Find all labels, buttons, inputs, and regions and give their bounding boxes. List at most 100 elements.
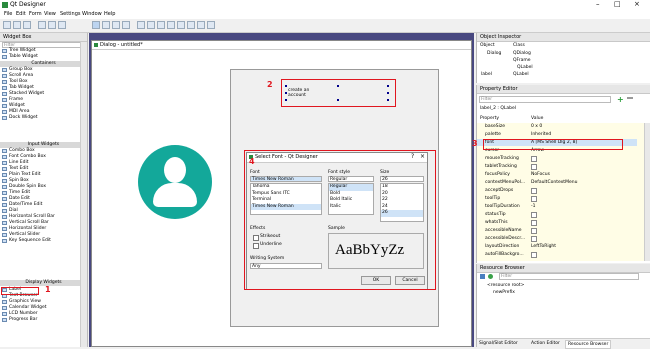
edit-buddies-icon[interactable]: [112, 21, 120, 29]
selection-handle[interactable]: [387, 92, 389, 94]
selection-handle[interactable]: [387, 99, 389, 101]
property-checkbox[interactable]: [531, 236, 537, 242]
open-file-icon[interactable]: [13, 21, 21, 29]
property-checkbox[interactable]: [531, 228, 537, 234]
object-inspector-panel: Object Inspector Object Class Dialog QDi…: [476, 33, 650, 83]
property-value[interactable]: -1: [531, 203, 536, 210]
property-row[interactable]: contextMenuPol... DefaultContextMenu: [477, 179, 637, 186]
layout-split-h-icon[interactable]: [157, 21, 165, 29]
layout-form-icon[interactable]: [187, 21, 195, 29]
property-row[interactable]: accessibleName: [477, 227, 637, 234]
property-row[interactable]: toolTipDuration -1: [477, 203, 637, 210]
close-icon[interactable]: ×: [634, 0, 640, 8]
property-checkbox[interactable]: [531, 252, 537, 258]
property-checkbox[interactable]: [531, 212, 537, 218]
edit-taborder-icon[interactable]: [122, 21, 130, 29]
widget-box-header: Widget Box: [0, 33, 87, 42]
tab-resource-browser[interactable]: Resource Browser: [565, 340, 612, 349]
property-row[interactable]: mouseTracking: [477, 155, 637, 162]
minimize-icon[interactable]: –: [596, 0, 600, 8]
property-row[interactable]: statusTip: [477, 211, 637, 218]
property-row[interactable]: palette Inherited: [477, 131, 637, 138]
property-row[interactable]: accessibleDescr...: [477, 235, 637, 242]
tree-row[interactable]: QFrame: [481, 57, 641, 64]
input-widget-icon: [2, 179, 7, 183]
paste-icon[interactable]: [58, 21, 66, 29]
menu-file[interactable]: File: [4, 11, 12, 17]
widget-item[interactable]: Key Sequence Edit: [9, 238, 51, 244]
selection-handle[interactable]: [285, 92, 287, 94]
remove-property-icon[interactable]: [627, 97, 633, 99]
break-layout-icon[interactable]: [197, 21, 205, 29]
property-row[interactable]: autoFillBackgro...: [477, 251, 637, 258]
copy-icon[interactable]: [48, 21, 56, 29]
input-widget-icon: [2, 239, 7, 243]
menu-view[interactable]: View: [44, 11, 56, 17]
layout-split-v-icon[interactable]: [167, 21, 175, 29]
property-checkbox[interactable]: [531, 188, 537, 194]
container-widget-icon: [2, 86, 7, 90]
property-value[interactable]: DefaultContextMenu: [531, 179, 577, 186]
edit-resources-icon[interactable]: [480, 274, 485, 279]
menu-settings[interactable]: Settings: [60, 11, 81, 17]
tab-signal-slot-editor[interactable]: Signal/Slot Editor: [479, 341, 518, 346]
resource-root[interactable]: <resource root>: [487, 283, 524, 288]
property-editor-scrollbar[interactable]: [644, 123, 650, 261]
widget-box-scrollbar[interactable]: [80, 42, 87, 347]
tab-action-editor[interactable]: Action Editor: [531, 341, 560, 346]
selection-handle[interactable]: [337, 85, 339, 87]
property-checkbox[interactable]: [531, 220, 537, 226]
property-row[interactable]: baseSize 0 x 0: [477, 123, 637, 130]
selection-handle[interactable]: [285, 85, 287, 87]
selected-label-widget[interactable]: create an account: [288, 88, 328, 98]
layout-vertical-icon[interactable]: [147, 21, 155, 29]
menu-edit[interactable]: Edit: [16, 11, 26, 17]
property-row[interactable]: focusPolicy NoFocus: [477, 171, 637, 178]
category-display-widgets[interactable]: Display Widgets: [0, 280, 87, 286]
property-row[interactable]: whatsThis: [477, 219, 637, 226]
save-file-icon[interactable]: [23, 21, 31, 29]
property-checkbox[interactable]: [531, 156, 537, 162]
resource-filter-input[interactable]: Filter: [499, 273, 639, 280]
input-widget-icon: [2, 233, 7, 237]
tree-row[interactable]: Dialog QDialog: [481, 50, 641, 57]
add-property-icon[interactable]: +: [617, 95, 624, 104]
selection-handle[interactable]: [285, 99, 287, 101]
property-name: whatsThis: [485, 220, 508, 225]
widget-item[interactable]: Progress Bar: [9, 317, 37, 323]
property-row[interactable]: acceptDrops: [477, 187, 637, 194]
input-widget-icon: [2, 209, 7, 213]
edit-signals-icon[interactable]: [102, 21, 110, 29]
cut-icon[interactable]: [38, 21, 46, 29]
tree-row[interactable]: label QLabel: [481, 71, 641, 78]
layout-grid-icon[interactable]: [177, 21, 185, 29]
reload-resources-icon[interactable]: [488, 274, 493, 279]
property-checkbox[interactable]: [531, 196, 537, 202]
property-row[interactable]: tabletTracking: [477, 163, 637, 170]
widget-item[interactable]: Table Widget: [9, 54, 38, 60]
menu-window[interactable]: Window: [82, 11, 102, 17]
new-file-icon[interactable]: [3, 21, 11, 29]
menu-form[interactable]: Form: [29, 11, 42, 17]
property-value[interactable]: NoFocus: [531, 171, 550, 178]
property-value[interactable]: 0 x 0: [531, 123, 542, 130]
input-widget-icon: [2, 197, 7, 201]
adjust-size-icon[interactable]: [207, 21, 215, 29]
input-widget-icon: [2, 167, 7, 171]
property-value[interactable]: LeftToRight: [531, 243, 556, 250]
selection-handle[interactable]: [337, 99, 339, 101]
maximize-icon[interactable]: □: [614, 0, 621, 8]
property-row[interactable]: toolTip: [477, 195, 637, 202]
selection-handle[interactable]: [387, 85, 389, 87]
edit-widgets-icon[interactable]: [92, 21, 100, 29]
resource-prefix[interactable]: newPrefix: [493, 290, 515, 295]
tree-row[interactable]: QLabel: [481, 64, 641, 71]
property-filter-input[interactable]: Filter: [479, 96, 611, 103]
layout-horizontal-icon[interactable]: [137, 21, 145, 29]
menu-help[interactable]: Help: [104, 11, 115, 17]
widget-item[interactable]: Dock Widget: [9, 115, 38, 121]
col-value: Value: [531, 116, 544, 121]
property-value[interactable]: Inherited: [531, 131, 551, 138]
property-row[interactable]: layoutDirection LeftToRight: [477, 243, 637, 250]
property-checkbox[interactable]: [531, 164, 537, 170]
